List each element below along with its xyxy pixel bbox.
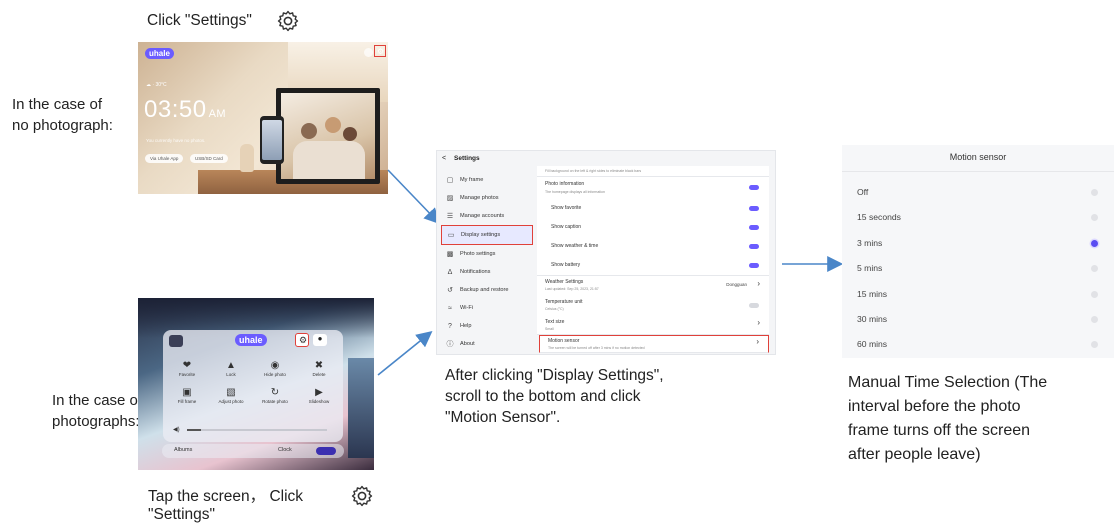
sidebar-item-backup[interactable]: ↺ Backup and restore: [437, 281, 537, 299]
show-caption-toggle[interactable]: [749, 225, 759, 230]
option-3-mins[interactable]: 3 mins: [857, 238, 882, 248]
radio-5-mins[interactable]: [1091, 265, 1098, 272]
settings-sidebar: ▢ My frame ▨ Manage photos ☰ Manage account…: [437, 171, 537, 353]
show-favorite-toggle[interactable]: [749, 206, 759, 211]
info-icon: ⓘ: [446, 341, 454, 348]
chevron-right-icon: ›: [756, 337, 759, 346]
option-5-mins[interactable]: 5 mins: [857, 263, 882, 273]
sidebar-item-help[interactable]: ? Help: [437, 317, 537, 335]
backup-icon: ↺: [447, 287, 453, 294]
display-icon: ▭: [447, 232, 455, 239]
radio-15-seconds[interactable]: [1091, 214, 1098, 221]
photo-info-toggle[interactable]: [749, 185, 759, 190]
sidebar-item-display-settings[interactable]: ▭ Display settings: [441, 225, 533, 245]
sidebar-item-photo-settings[interactable]: ▩ Photo settings: [437, 245, 537, 263]
radio-60-mins[interactable]: [1091, 341, 1098, 348]
show-favorite-row[interactable]: Show favorite: [537, 199, 769, 219]
settings-title: Settings: [454, 155, 480, 162]
option-off[interactable]: Off: [857, 187, 868, 197]
radio-30-mins[interactable]: [1091, 316, 1098, 323]
show-battery-row[interactable]: Show battery: [537, 256, 769, 276]
sidebar-item-my-frame[interactable]: ▢ My frame: [437, 171, 537, 189]
temperature-toggle[interactable]: [749, 303, 759, 308]
option-15-seconds[interactable]: 15 seconds: [857, 212, 901, 222]
help-icon: ?: [448, 322, 452, 330]
show-caption-row[interactable]: Show caption: [537, 218, 769, 238]
temperature-unit-row[interactable]: Temperature unit Celsius (°C): [537, 296, 769, 317]
fill-background-row: Fill background on the left & right side…: [537, 166, 769, 177]
photos-icon: ▨: [446, 195, 454, 202]
option-30-mins[interactable]: 30 mins: [857, 314, 887, 324]
arrow-bottom-to-settings: [377, 330, 433, 376]
text-size-row[interactable]: Text size Small ›: [537, 316, 769, 335]
chevron-right-icon: ›: [757, 318, 760, 327]
manual-time-instruction: Manual Time Selection (The interval befo…: [848, 374, 1048, 463]
sidebar-item-manage-photos[interactable]: ▨ Manage photos: [437, 189, 537, 207]
motion-sensor-title: Motion sensor: [842, 145, 1114, 172]
frame-icon: ▢: [446, 177, 454, 184]
option-60-mins[interactable]: 60 mins: [857, 339, 887, 349]
display-settings-instruction: After clicking "Display Settings", scrol…: [445, 367, 664, 426]
sidebar-item-wifi[interactable]: ≈ Wi-Fi: [437, 299, 537, 317]
radio-15-mins[interactable]: [1091, 291, 1098, 298]
weather-settings-row[interactable]: Weather Settings Last updated: Sep 25, 2…: [537, 276, 769, 297]
motion-sensor-row[interactable]: Motion sensor The screen will be turned …: [539, 335, 769, 353]
photo-settings-icon: ▩: [446, 251, 454, 258]
radio-3-mins-selected[interactable]: [1091, 240, 1098, 247]
show-weather-row[interactable]: Show weather & time: [537, 237, 769, 257]
chevron-right-icon: ›: [757, 279, 760, 288]
wifi-icon: ≈: [448, 304, 452, 312]
sidebar-item-manage-accounts[interactable]: ☰ Manage accounts: [437, 207, 537, 225]
accounts-icon: ☰: [446, 213, 454, 220]
show-weather-toggle[interactable]: [749, 244, 759, 249]
option-15-mins[interactable]: 15 mins: [857, 289, 887, 299]
motion-sensor-screen: Motion sensor: [842, 145, 1114, 358]
back-button[interactable]: <: [442, 155, 446, 162]
photo-information-row[interactable]: Photo information The homepage displays …: [537, 177, 769, 200]
arrow-top-to-settings: [387, 169, 441, 225]
weather-city-value: Dongguan: [726, 282, 747, 287]
sidebar-item-notifications[interactable]: Δ Notifications: [437, 263, 537, 281]
sidebar-item-about[interactable]: ⓘ About: [437, 335, 537, 353]
show-battery-toggle[interactable]: [749, 263, 759, 268]
radio-off[interactable]: [1091, 189, 1098, 196]
bell-icon: Δ: [447, 268, 453, 276]
